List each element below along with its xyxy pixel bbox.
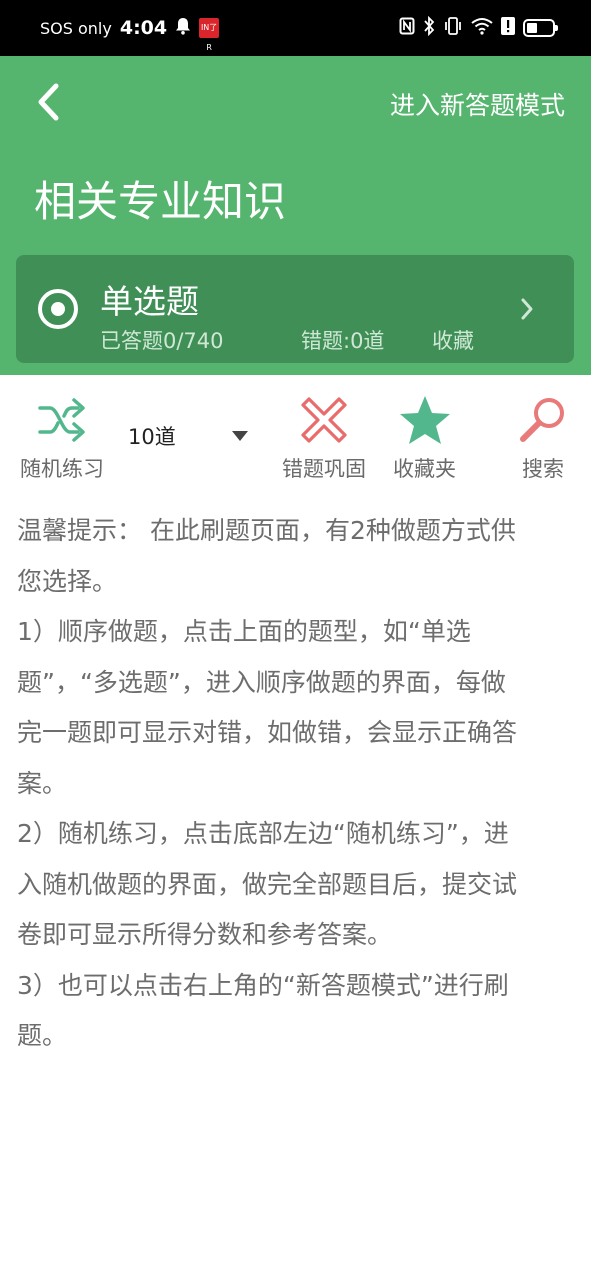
chevron-left-icon xyxy=(38,83,59,121)
wifi-icon xyxy=(471,17,493,39)
vibrate-icon xyxy=(443,16,463,40)
favorites-label: 收藏 xyxy=(432,329,474,353)
page-title: 相关专业知识 xyxy=(34,177,287,226)
carrier-text: SOS only xyxy=(40,18,112,38)
x-icon xyxy=(297,393,351,447)
question-type-card[interactable]: 单选题 已答题0/740 错题:0道 收藏 xyxy=(16,255,574,363)
alert-icon xyxy=(501,17,515,39)
search-button[interactable]: 搜索 xyxy=(516,393,570,483)
tips-line: 1）顺序做题，点击上面的题型，如“单选 xyxy=(17,617,471,646)
random-practice-label: 随机练习 xyxy=(20,457,104,481)
chevron-right-icon xyxy=(521,298,533,320)
tips-line: 案。 xyxy=(17,768,68,798)
tips-line: 题”，“多选题”，进入顺序做题的界面，每做 xyxy=(17,667,506,697)
tips-line: 3）也可以点击右上角的“新答题模式”进行刷 xyxy=(17,970,509,1000)
shuffle-icon xyxy=(35,393,89,447)
bluetooth-icon xyxy=(423,15,435,40)
favorites-label: 收藏夹 xyxy=(393,457,456,481)
search-icon xyxy=(516,393,570,447)
tips-line: 2）随机练习，点击底部左边“随机练习”，进 xyxy=(17,819,509,848)
app-notification-icon: IN了R xyxy=(199,18,220,52)
tips-line: 题。 xyxy=(17,1021,68,1050)
dropdown-arrow-icon xyxy=(232,431,248,441)
status-right xyxy=(399,15,558,40)
toolbar: 随机练习 10道 错题巩固 收藏夹 搜索 xyxy=(0,375,591,485)
tips-line: 温馨提示： 在此刷题页面，有2种做题方式供 xyxy=(17,516,516,545)
question-stats: 已答题0/740 错题:0道 收藏 xyxy=(100,325,474,355)
wrong-review-label: 错题巩固 xyxy=(282,457,366,481)
new-answer-mode-button[interactable]: 进入新答题模式 xyxy=(390,86,565,122)
wrong-review-button[interactable]: 错题巩固 xyxy=(282,393,366,483)
battery-icon xyxy=(523,19,558,37)
random-practice-button[interactable]: 随机练习 xyxy=(20,393,104,483)
status-bar: SOS only 4:04 IN了R xyxy=(0,0,591,56)
answered-count: 已答题0/740 xyxy=(100,329,224,353)
header: 进入新答题模式 相关专业知识 单选题 已答题0/740 错题:0道 收藏 xyxy=(0,56,591,375)
tips-line: 卷即可显示所得分数和参考答案。 xyxy=(17,920,393,949)
question-type-title: 单选题 xyxy=(100,282,199,321)
radio-target-icon xyxy=(38,289,78,329)
tips-text: 温馨提示： 在此刷题页面，有2种做题方式供 您选择。 1）顺序做题，点击上面的题… xyxy=(17,506,573,1062)
question-count-value: 10道 xyxy=(128,425,176,449)
back-button[interactable] xyxy=(28,80,68,124)
clock: 4:04 xyxy=(119,17,168,39)
status-left: SOS only 4:04 IN了R xyxy=(40,17,220,52)
nfc-icon xyxy=(399,17,415,39)
tips-line: 您选择。 xyxy=(17,566,118,596)
bell-icon xyxy=(175,17,191,39)
search-label: 搜索 xyxy=(522,457,564,481)
question-count-select[interactable]: 10道 xyxy=(128,421,250,451)
star-icon xyxy=(398,393,452,447)
tips-line: 完一题即可显示对错，如做错，会显示正确答 xyxy=(17,718,518,747)
tips-line: 入随机做题的界面，做完全部题目后，提交试 xyxy=(17,869,518,899)
wrong-count: 错题:0道 xyxy=(301,329,385,353)
favorites-button[interactable]: 收藏夹 xyxy=(393,393,456,483)
